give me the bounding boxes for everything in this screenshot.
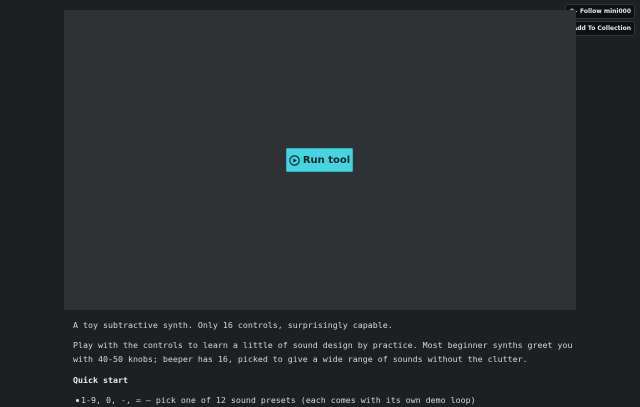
quick-start-list: 1-9, 0, -, = — pick one of 12 sound pres… bbox=[73, 393, 573, 407]
follow-label: Follow mini000 bbox=[579, 8, 631, 15]
description-intro: A toy subtractive synth. Only 16 control… bbox=[73, 320, 393, 330]
run-tool-button[interactable]: Run tool bbox=[286, 148, 353, 172]
tool-stage: Run tool bbox=[64, 10, 576, 310]
add-to-collection-label: Add To Collection bbox=[572, 25, 631, 32]
description-paragraph: Play with the controls to learn a little… bbox=[73, 340, 573, 364]
tool-description: A toy subtractive synth. Only 16 control… bbox=[73, 318, 573, 407]
quick-start-heading: Quick start bbox=[73, 375, 128, 385]
run-tool-label: Run tool bbox=[302, 154, 351, 166]
list-item: 1-9, 0, -, = — pick one of 12 sound pres… bbox=[76, 393, 573, 407]
play-circle-icon bbox=[289, 154, 300, 166]
